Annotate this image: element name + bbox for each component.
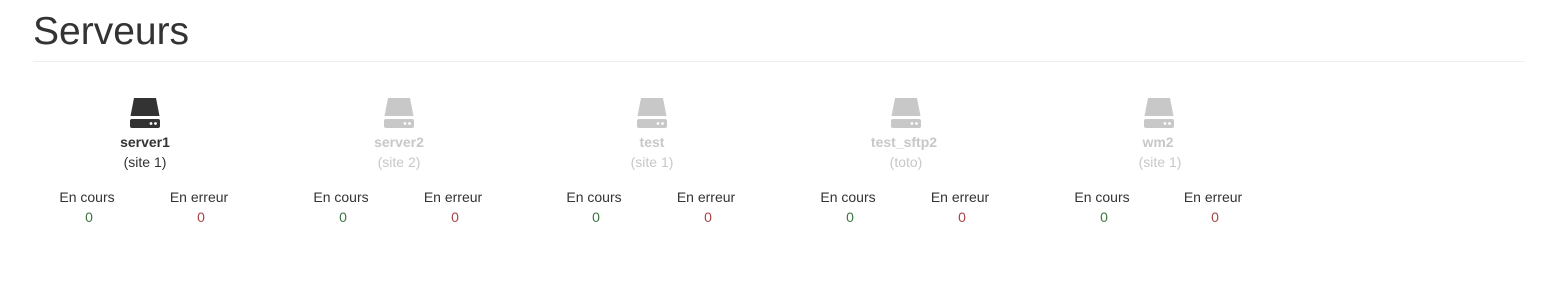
error-label: En erreur: [930, 189, 990, 205]
server-card-server1[interactable]: server1 (site 1) En cours En erreur 0 0: [18, 96, 272, 236]
page-title: Serveurs: [33, 10, 190, 53]
error-count: 0: [958, 209, 966, 225]
running-count: 0: [1100, 209, 1108, 225]
server-card-test-sftp2[interactable]: test_sftp2 (toto) En cours En erreur 0 0: [779, 96, 1033, 236]
hard-drive-icon: [635, 96, 669, 130]
server-site: (site 1): [1138, 154, 1182, 170]
running-label: En cours: [1074, 189, 1130, 205]
server-site: (site 2): [377, 154, 421, 170]
server-name: test: [639, 134, 665, 150]
running-count: 0: [85, 209, 93, 225]
server-name: server1: [120, 134, 170, 150]
server-card-test[interactable]: test (site 1) En cours En erreur 0 0: [525, 96, 779, 236]
running-count: 0: [592, 209, 600, 225]
error-label: En erreur: [676, 189, 736, 205]
running-label: En cours: [820, 189, 876, 205]
hard-drive-icon: [382, 96, 416, 130]
running-label: En cours: [313, 189, 369, 205]
server-site: (site 1): [123, 154, 167, 170]
server-card-server2[interactable]: server2 (site 2) En cours En erreur 0 0: [272, 96, 526, 236]
server-site: (toto): [889, 154, 923, 170]
title-divider: [33, 61, 1525, 62]
error-count: 0: [1211, 209, 1219, 225]
error-label: En erreur: [1183, 189, 1243, 205]
server-name: server2: [374, 134, 424, 150]
server-name: test_sftp2: [870, 134, 938, 150]
error-count: 0: [197, 209, 205, 225]
error-label: En erreur: [423, 189, 483, 205]
server-site: (site 1): [630, 154, 674, 170]
hard-drive-icon: [1142, 96, 1176, 130]
error-label: En erreur: [169, 189, 229, 205]
running-label: En cours: [59, 189, 115, 205]
server-card-wm2[interactable]: wm2 (site 1) En cours En erreur 0 0: [1032, 96, 1286, 236]
server-name: wm2: [1142, 134, 1174, 150]
running-label: En cours: [566, 189, 622, 205]
error-count: 0: [704, 209, 712, 225]
running-count: 0: [339, 209, 347, 225]
hard-drive-icon: [889, 96, 923, 130]
hard-drive-icon: [128, 96, 162, 130]
running-count: 0: [846, 209, 854, 225]
error-count: 0: [451, 209, 459, 225]
